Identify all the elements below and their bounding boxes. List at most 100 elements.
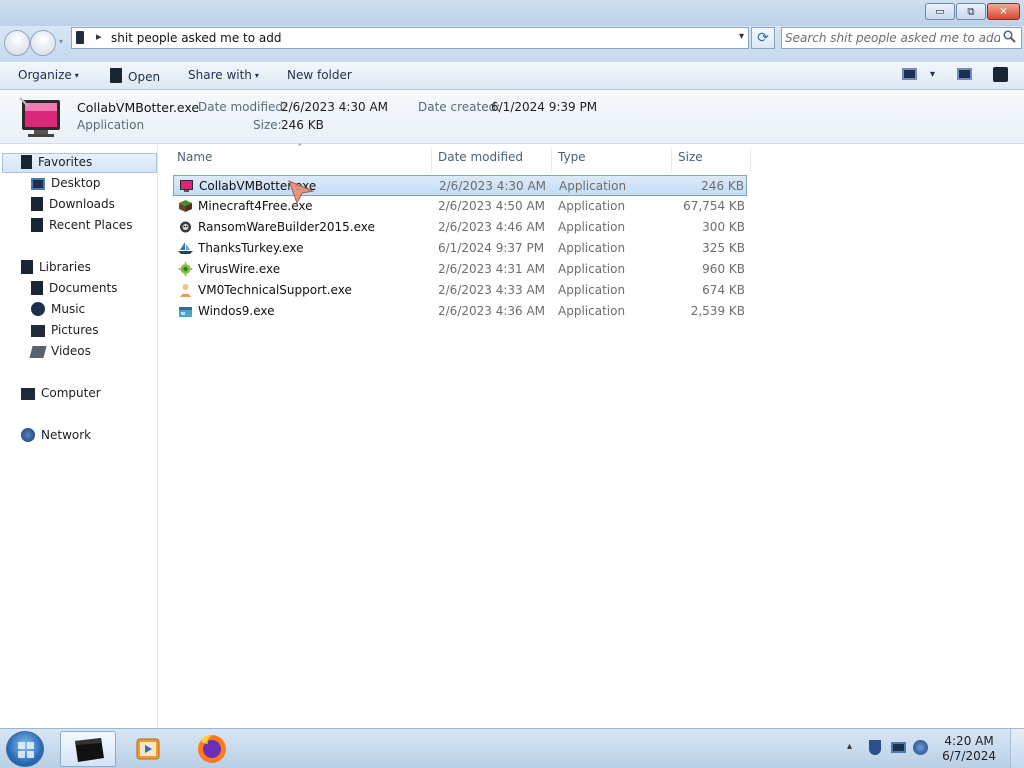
command-toolbar: Organize ▾ Open Share with ▾ New folder ▾ — [0, 62, 1024, 90]
maximize-icon: ⧉ — [967, 6, 975, 17]
file-row[interactable]: Windos9.exe 2/6/2023 4:36 AM Application… — [173, 301, 747, 322]
size-label: Size: — [253, 118, 282, 132]
file-row[interactable]: Minecraft4Free.exe 2/6/2023 4:50 AM Appl… — [173, 196, 747, 217]
show-desktop-button[interactable] — [1010, 729, 1024, 768]
search-input[interactable] — [785, 29, 1000, 47]
desktop-icon — [31, 178, 45, 190]
pictures-icon — [31, 325, 45, 337]
nav-libraries[interactable]: Libraries — [21, 260, 91, 280]
file-row[interactable]: CollabVMBotter.exe 2/6/2023 4:30 AM Appl… — [173, 175, 747, 196]
nav-desktop[interactable]: Desktop — [31, 176, 101, 196]
close-button[interactable]: ✕ — [987, 3, 1020, 20]
forward-button[interactable] — [30, 30, 56, 56]
file-date-modified: 2/6/2023 4:31 AM — [438, 262, 546, 276]
nav-network-label: Network — [41, 428, 92, 442]
security-shield-icon[interactable] — [869, 740, 881, 755]
column-header-type[interactable]: Type — [552, 149, 672, 171]
file-row[interactable]: VM0TechnicalSupport.exe 2/6/2023 4:33 AM… — [173, 280, 747, 301]
file-type: Application — [559, 179, 627, 193]
file-name: VM0TechnicalSupport.exe — [198, 283, 352, 297]
nav-pictures[interactable]: Pictures — [31, 323, 99, 343]
taskbar: ▴ 4:20 AM 6/7/2024 — [0, 728, 1024, 768]
start-button[interactable] — [6, 731, 44, 767]
preview-pane-icon — [957, 68, 972, 80]
address-dropdown-icon[interactable]: ▾ — [739, 31, 744, 42]
column-header-name[interactable]: Name — [171, 149, 432, 171]
gear-skull-icon — [180, 221, 191, 233]
search-icon[interactable] — [1003, 30, 1016, 47]
address-bar[interactable]: ▸ shit people asked me to add ▾ — [71, 27, 749, 49]
monitor-app-icon — [180, 180, 193, 192]
music-icon — [31, 302, 45, 316]
file-date-modified: 2/6/2023 4:36 AM — [438, 304, 546, 318]
file-size: 2,539 KB — [690, 304, 745, 318]
open-button[interactable]: Open — [110, 68, 160, 84]
open-label: Open — [128, 70, 161, 84]
nav-videos[interactable]: Videos — [29, 344, 91, 364]
taskbar-media-player[interactable] — [120, 731, 176, 767]
file-size: 325 KB — [702, 241, 745, 255]
network-status-icon[interactable] — [891, 742, 906, 753]
file-type: Application — [558, 304, 626, 318]
more-views-button[interactable]: ▾ — [927, 67, 935, 81]
nav-favorites[interactable]: Favorites — [21, 155, 92, 175]
size-value: 246 KB — [281, 118, 324, 132]
breadcrumb-path[interactable]: shit people asked me to add — [111, 31, 281, 45]
nav-recent-places-label: Recent Places — [49, 218, 133, 232]
organize-caret-icon: ▾ — [74, 71, 79, 80]
date-modified-label: Date modified: — [198, 100, 288, 114]
file-row[interactable]: VirusWire.exe 2/6/2023 4:31 AM Applicati… — [173, 259, 747, 280]
column-header-size[interactable]: Size — [672, 149, 751, 171]
file-size: 960 KB — [702, 262, 745, 276]
preview-pane-button[interactable] — [957, 67, 972, 81]
volume-icon[interactable] — [913, 740, 928, 755]
refresh-icon: ⟳ — [757, 30, 769, 46]
file-date-modified: 2/6/2023 4:50 AM — [438, 199, 546, 213]
windows-logo-icon — [18, 742, 34, 758]
maximize-button[interactable]: ⧉ — [956, 3, 986, 20]
change-view-button[interactable] — [902, 67, 917, 81]
organize-button[interactable]: Organize ▾ — [18, 68, 79, 82]
nav-downloads[interactable]: Downloads — [31, 197, 115, 217]
details-pane: CollabVMBotter.exe Application Date modi… — [0, 90, 1024, 144]
nav-pictures-label: Pictures — [51, 323, 99, 337]
nav-computer[interactable]: Computer — [21, 386, 101, 406]
file-row[interactable]: ThanksTurkey.exe 6/1/2024 9:37 PM Applic… — [173, 238, 747, 259]
nav-network[interactable]: Network — [21, 428, 91, 448]
details-file-type: Application — [77, 118, 145, 132]
mouse-cursor-icon — [288, 180, 315, 205]
refresh-button[interactable]: ⟳ — [751, 27, 775, 49]
search-box[interactable] — [781, 27, 1022, 49]
clock-date: 6/7/2024 — [942, 749, 996, 763]
organize-label: Organize — [18, 68, 72, 82]
share-with-button[interactable]: Share with ▾ — [188, 68, 259, 82]
new-folder-button[interactable]: New folder — [287, 68, 352, 82]
nav-music[interactable]: Music — [31, 302, 85, 322]
file-row[interactable]: RansomWareBuilder2015.exe 2/6/2023 4:46 … — [173, 217, 747, 238]
firefox-icon — [198, 735, 226, 763]
help-button[interactable] — [993, 67, 1008, 83]
recent-pages-icon[interactable]: ▾ — [59, 37, 63, 46]
grass-block-icon — [179, 200, 192, 212]
taskbar-firefox[interactable] — [184, 731, 240, 767]
back-button[interactable] — [4, 30, 30, 56]
minimize-button[interactable]: ▭ — [925, 3, 955, 20]
file-date-modified: 2/6/2023 4:33 AM — [438, 283, 546, 297]
column-header-date-modified[interactable]: Date modified — [432, 149, 552, 171]
nav-recent-places[interactable]: Recent Places — [31, 218, 132, 238]
file-date-modified: 6/1/2024 9:37 PM — [438, 241, 545, 255]
date-created-value: 6/1/2024 9:39 PM — [491, 100, 598, 114]
file-date-modified: 2/6/2023 4:46 AM — [438, 220, 546, 234]
navigation-bar: ▾ ▸ shit people asked me to add ▾ ⟳ — [0, 26, 1024, 62]
view-caret-icon: ▾ — [930, 69, 936, 80]
taskbar-explorer[interactable] — [60, 731, 116, 767]
tray-expand-icon[interactable]: ▴ — [847, 741, 852, 752]
nav-favorites-label: Favorites — [38, 155, 93, 169]
nav-documents[interactable]: Documents — [31, 281, 117, 301]
file-name: VirusWire.exe — [198, 262, 281, 276]
clock[interactable]: 4:20 AM 6/7/2024 — [942, 734, 996, 764]
breadcrumb-arrow-icon[interactable]: ▸ — [96, 30, 102, 43]
media-player-icon — [136, 738, 160, 760]
file-size: 674 KB — [702, 283, 745, 297]
ship-icon — [178, 242, 193, 254]
